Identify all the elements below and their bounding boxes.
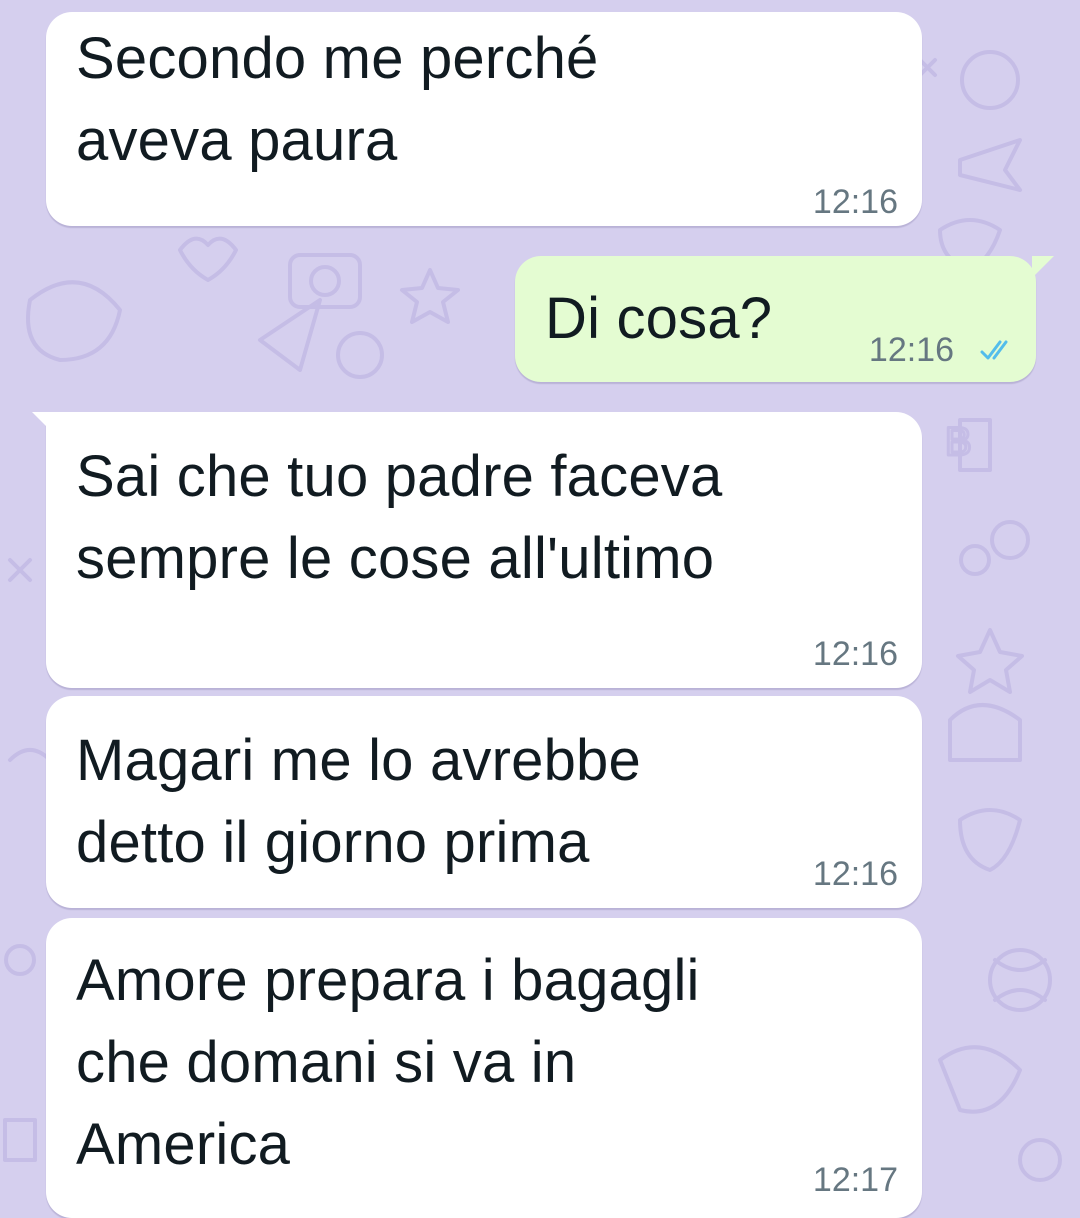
message-text: Magari me lo avrebbe detto il giorno pri… — [76, 728, 641, 875]
message-timestamp: 12:17 — [812, 1161, 898, 1199]
message-text: Amore prepara i bagagli che domani si va… — [76, 948, 700, 1177]
message-timestamp: 12:16 — [812, 635, 898, 673]
message-bubble-incoming[interactable]: Magari me lo avrebbe detto il giorno pri… — [46, 696, 922, 908]
message-timestamp: 12:16 — [812, 183, 898, 221]
bubble-tail — [1032, 256, 1054, 278]
message-timestamp: 12:16 — [868, 331, 954, 369]
message-bubble-outgoing[interactable]: Di cosa? 12:16 — [515, 256, 1054, 382]
message-text: Di cosa? — [545, 286, 773, 351]
message-bubble-incoming[interactable]: Amore prepara i bagagli che domani si va… — [46, 918, 922, 1218]
message-bubble-incoming[interactable]: Secondo me perché aveva paura 12:16 — [46, 12, 922, 226]
message-timestamp: 12:16 — [812, 855, 898, 893]
message-text: Secondo me perché aveva paura — [76, 26, 599, 173]
message-bubble-incoming[interactable]: Sai che tuo padre faceva sempre le cose … — [32, 412, 922, 688]
message-text: Sai che tuo padre faceva sempre le cose … — [76, 444, 723, 591]
chat-thread[interactable]: Secondo me perché aveva paura 12:16 Di c… — [0, 0, 1080, 1218]
bubble-tail — [32, 412, 58, 438]
double-check-icon — [980, 340, 1008, 360]
